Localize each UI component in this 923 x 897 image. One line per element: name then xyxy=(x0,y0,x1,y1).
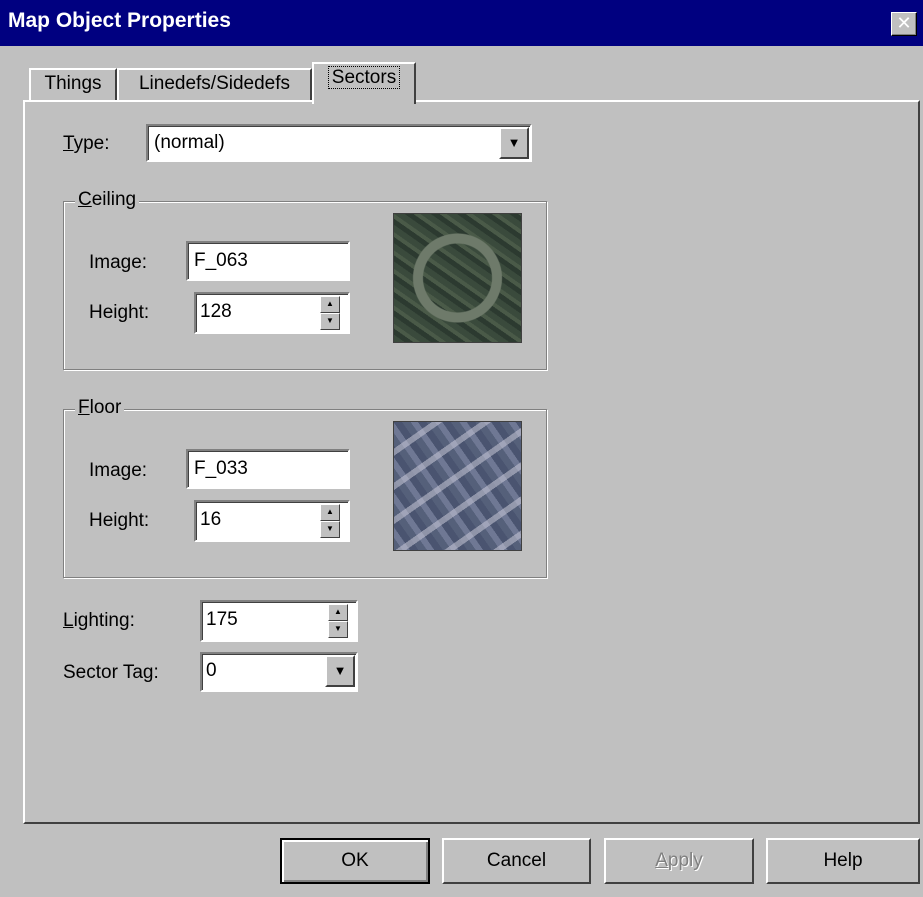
ceiling-image-input[interactable]: F_063 xyxy=(186,241,350,281)
chevron-down-icon: ▼ xyxy=(333,663,347,678)
tab-linedefs-sidedefs[interactable]: Linedefs/Sidedefs xyxy=(117,68,312,100)
floor-group-label: Floor xyxy=(75,397,125,419)
ceiling-image-value: F_063 xyxy=(194,250,248,271)
ceiling-height-label: Height: xyxy=(89,302,150,323)
floor-image-value: F_033 xyxy=(194,458,248,479)
ceiling-texture-preview[interactable] xyxy=(393,213,522,343)
lighting-spinner[interactable]: ▲ ▼ xyxy=(328,604,350,640)
ceiling-height-spinner[interactable]: ▲ ▼ xyxy=(320,296,342,332)
tab-sectors[interactable]: Sectors xyxy=(312,62,416,104)
type-dropdown-button[interactable]: ▼ xyxy=(499,127,529,159)
title-bar: Map Object Properties ✕ xyxy=(0,0,923,46)
sector-tag-dropdown-button[interactable]: ▼ xyxy=(325,655,355,687)
spin-up-icon[interactable]: ▲ xyxy=(320,504,340,521)
floor-image-input[interactable]: F_033 xyxy=(186,449,350,489)
floor-image-label: Image: xyxy=(89,460,148,481)
apply-button[interactable]: Apply xyxy=(604,838,754,884)
lighting-label: Lighting: xyxy=(63,610,135,631)
sector-tag-label: Sector Tag: xyxy=(63,662,159,683)
spin-up-icon[interactable]: ▲ xyxy=(320,296,340,313)
type-label: Type: xyxy=(63,133,110,154)
ceiling-group-label: Ceiling xyxy=(75,189,140,211)
sector-tag-value: 0 xyxy=(206,660,217,681)
tab-linedefs-label: Linedefs/Sidedefs xyxy=(138,73,291,94)
help-button[interactable]: Help xyxy=(766,838,920,884)
close-icon: ✕ xyxy=(896,13,912,34)
ceiling-height-value: 128 xyxy=(200,301,232,322)
ceiling-image-label: Image: xyxy=(89,252,148,273)
chevron-down-icon: ▼ xyxy=(507,135,521,150)
tab-things-label: Things xyxy=(44,73,102,94)
type-dropdown-value: (normal) xyxy=(154,132,225,153)
floor-texture-preview[interactable] xyxy=(393,421,522,551)
ceiling-height-input[interactable]: 128 ▲ ▼ xyxy=(194,292,350,334)
cancel-button[interactable]: Cancel xyxy=(442,838,591,884)
spin-down-icon[interactable]: ▼ xyxy=(328,621,348,638)
floor-height-label: Height: xyxy=(89,510,150,531)
tab-things[interactable]: Things xyxy=(29,68,117,100)
ok-button[interactable]: OK xyxy=(280,838,430,884)
floor-height-spinner[interactable]: ▲ ▼ xyxy=(320,504,342,540)
type-dropdown[interactable]: (normal) ▼ xyxy=(146,124,532,162)
floor-height-input[interactable]: 16 ▲ ▼ xyxy=(194,500,350,542)
spin-up-icon[interactable]: ▲ xyxy=(328,604,348,621)
lighting-input[interactable]: 175 ▲ ▼ xyxy=(200,600,358,642)
spin-down-icon[interactable]: ▼ xyxy=(320,521,340,538)
lighting-value: 175 xyxy=(206,609,238,630)
window-title: Map Object Properties xyxy=(8,9,231,32)
tab-sectors-label: Sectors xyxy=(327,66,401,89)
sector-tag-dropdown[interactable]: 0 ▼ xyxy=(200,652,358,692)
floor-height-value: 16 xyxy=(200,509,222,530)
spin-down-icon[interactable]: ▼ xyxy=(320,313,340,330)
close-button[interactable]: ✕ xyxy=(891,12,917,36)
